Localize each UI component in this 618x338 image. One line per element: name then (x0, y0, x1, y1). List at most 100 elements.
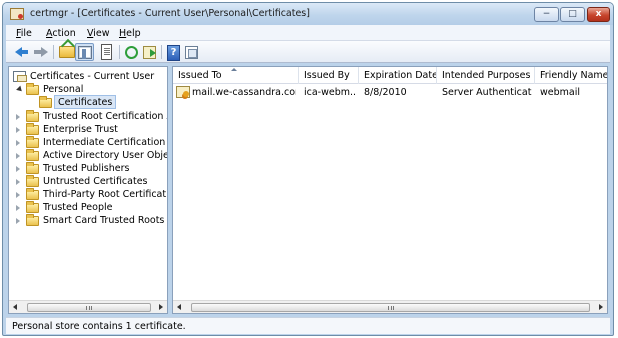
menu-bar: File Action View Help (6, 25, 610, 41)
expand-icon[interactable] (16, 140, 20, 146)
minimize-button[interactable]: − (534, 7, 559, 22)
folder-icon (26, 83, 39, 95)
menu-view-label: iew (93, 28, 110, 39)
menu-help[interactable]: Help (119, 28, 141, 39)
tree-item-certificates[interactable]: Certificates (9, 95, 167, 109)
menu-action[interactable]: Action (46, 28, 76, 39)
cell-friendly-name: webmail (540, 87, 580, 98)
expand-icon[interactable] (16, 218, 20, 224)
console-tree-pane-icon (78, 46, 92, 59)
refresh-icon[interactable] (125, 46, 138, 59)
tree-item-store[interactable]: Trusted Publishers (9, 162, 167, 175)
tree-item-label: Trusted People (43, 202, 113, 213)
tree-item-store[interactable]: Trusted People (9, 201, 167, 214)
collapse-icon[interactable] (16, 85, 24, 94)
column-friendly-name[interactable]: Friendly Name (535, 67, 607, 84)
folder-icon (26, 201, 39, 213)
folder-icon (26, 188, 39, 200)
column-label: Expiration Date (364, 70, 437, 81)
close-button[interactable]: x (587, 7, 610, 22)
cell-issued-to: mail.we-cassandra.com (192, 87, 296, 98)
menu-action-label: ction (52, 28, 76, 39)
grip-icon (387, 306, 394, 310)
expand-icon[interactable] (16, 166, 20, 172)
title-bar[interactable]: certmgr - [Certificates - Current User\P… (3, 3, 613, 25)
maximize-button[interactable]: □ (560, 7, 585, 22)
column-label: Issued To (178, 70, 222, 81)
column-label: Intended Purposes (442, 70, 531, 81)
show-hide-console-tree-icon[interactable] (75, 43, 94, 61)
tree-item-label: Trusted Root Certification Au (43, 111, 168, 122)
cell-expiration-date: 8/8/2010 (364, 87, 407, 98)
menu-file-label: ile (20, 28, 32, 39)
tree-item-store[interactable]: Untrusted Certificates (9, 175, 167, 188)
grip-icon (86, 306, 92, 310)
certificate-list[interactable]: Issued To Issued By Expiration Date Inte… (172, 66, 608, 314)
tree-item-label: Untrusted Certificates (43, 176, 148, 187)
menu-file[interactable]: File (16, 28, 32, 39)
expand-icon[interactable] (16, 179, 20, 185)
certmgr-window: certmgr - [Certificates - Current User\P… (2, 2, 614, 336)
folder-icon (26, 110, 39, 122)
scroll-right-arrow-icon[interactable] (159, 304, 163, 310)
column-issued-by[interactable]: Issued By (299, 67, 359, 84)
forward-icon[interactable] (33, 44, 49, 60)
toolbar-separator (161, 45, 162, 59)
tree-item-label: Certificates (54, 95, 117, 109)
tree-item-label: Smart Card Trusted Roots (43, 215, 165, 226)
folder-icon (26, 214, 39, 226)
sort-ascending-icon (231, 68, 237, 71)
scroll-thumb[interactable] (27, 303, 151, 312)
scroll-thumb[interactable] (191, 303, 590, 312)
column-label: Issued By (304, 70, 350, 81)
folder-icon (26, 175, 39, 187)
console-tree[interactable]: Certificates - Current User Personal Cer… (8, 66, 168, 314)
tree-item-store[interactable]: Intermediate Certification Au (9, 136, 168, 149)
expand-icon[interactable] (16, 127, 20, 133)
folder-icon (26, 123, 39, 135)
folder-icon (26, 162, 39, 174)
tree-root-label: Certificates - Current User (30, 71, 155, 82)
export-list-icon[interactable] (143, 46, 156, 59)
back-icon[interactable] (14, 44, 30, 60)
properties-icon[interactable] (101, 44, 112, 60)
column-intended-purposes[interactable]: Intended Purposes (437, 67, 535, 84)
show-action-pane-icon[interactable] (185, 46, 198, 59)
open-folder-icon (39, 96, 52, 108)
up-level-icon[interactable] (59, 46, 75, 58)
status-bar: Personal store contains 1 certificate. (6, 317, 610, 334)
list-horizontal-scrollbar[interactable] (173, 300, 607, 313)
scroll-left-arrow-icon[interactable] (13, 304, 17, 310)
list-header: Issued To Issued By Expiration Date Inte… (173, 67, 607, 84)
scroll-right-arrow-icon[interactable] (599, 304, 603, 310)
cell-intended-purposes: Server Authenticati... (442, 87, 532, 98)
certificate-icon (176, 86, 190, 98)
help-icon[interactable]: ? (167, 45, 180, 61)
toolbar-separator (53, 45, 54, 59)
tree-item-label: Trusted Publishers (43, 163, 130, 174)
expand-icon[interactable] (16, 192, 20, 198)
tree-root[interactable]: Certificates - Current User (9, 70, 167, 83)
menu-view[interactable]: View (87, 28, 110, 39)
certificate-manager-icon (10, 8, 24, 20)
column-expiration-date[interactable]: Expiration Date (359, 67, 437, 84)
tree-item-store[interactable]: Enterprise Trust (9, 123, 167, 136)
tree-item-label: Active Directory User Object (43, 150, 168, 161)
tree-item-store[interactable]: Trusted Root Certification Au (9, 110, 168, 123)
certificates-snapin-icon (13, 71, 27, 82)
toolbar: ? (6, 41, 610, 63)
tree-item-label: Enterprise Trust (43, 124, 118, 135)
menu-help-label: elp (126, 28, 141, 39)
expand-icon[interactable] (16, 114, 20, 120)
scroll-left-arrow-icon[interactable] (177, 304, 181, 310)
expand-icon[interactable] (16, 153, 20, 159)
tree-item-label: Intermediate Certification Au (43, 137, 168, 148)
table-row[interactable]: mail.we-cassandra.com ica-webm... 8/8/20… (173, 85, 607, 100)
tree-item-store[interactable]: Third-Party Root Certification (9, 188, 167, 201)
tree-item-store[interactable]: Active Directory User Object (9, 149, 168, 162)
column-issued-to[interactable]: Issued To (173, 67, 299, 84)
tree-item-store[interactable]: Smart Card Trusted Roots (9, 214, 167, 227)
folder-icon (26, 136, 39, 148)
tree-horizontal-scrollbar[interactable] (9, 300, 167, 313)
expand-icon[interactable] (16, 205, 20, 211)
